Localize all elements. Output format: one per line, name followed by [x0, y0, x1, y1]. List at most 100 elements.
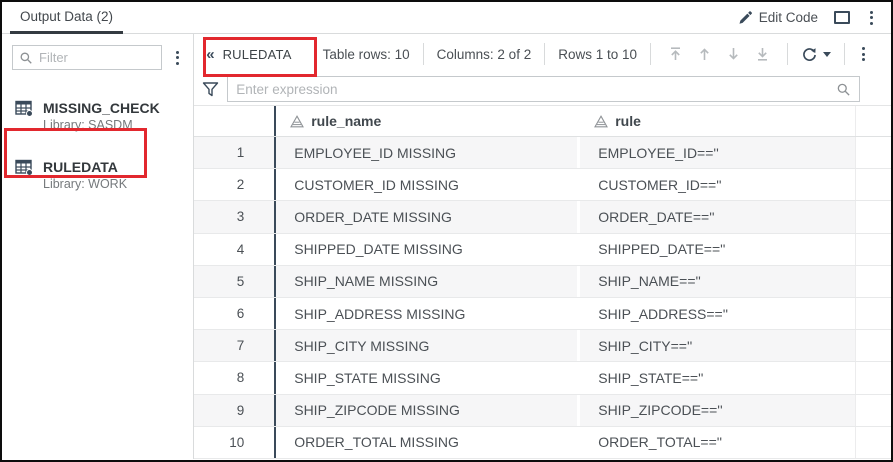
table-row: 2 CUSTOMER_ID MISSING CUSTOMER_ID=='' — [194, 169, 891, 202]
rule-cell[interactable]: SHIP_CITY=='' — [580, 330, 856, 362]
row-number-cell[interactable]: 8 — [194, 362, 277, 394]
rule-cell[interactable]: SHIP_ZIPCODE=='' — [580, 394, 856, 426]
row-number-cell[interactable]: 4 — [194, 233, 277, 265]
cell-text: EMPLOYEE_ID MISSING — [294, 144, 457, 161]
row-navigation-group — [664, 46, 774, 62]
cell-text: SHIP_ADDRESS MISSING — [294, 305, 466, 322]
row-number-cell[interactable]: 10 — [194, 426, 277, 458]
edit-code-label: Edit Code — [758, 10, 818, 25]
tab-output-data[interactable]: Output Data (2) — [20, 9, 113, 26]
toolbar-divider — [422, 43, 424, 65]
column-header-rule-name[interactable]: rule_name — [276, 106, 577, 136]
cell-text: SHIPPED_DATE=='' — [598, 241, 726, 258]
sidebar-more-options-icon[interactable] — [172, 49, 183, 67]
cell-text: ORDER_TOTAL MISSING — [294, 434, 459, 451]
go-to-last-rows-icon[interactable] — [755, 46, 770, 62]
table-row: 9 SHIP_ZIPCODE MISSING SHIP_ZIPCODE=='' — [194, 394, 891, 427]
dataset-item-ruledata[interactable]: RULEDATA Library: WORK — [2, 153, 193, 198]
dataset-name: RULEDATA — [43, 159, 118, 175]
cell-text: ORDER_TOTAL=='' — [598, 434, 723, 451]
rule-name-cell[interactable]: SHIP_ADDRESS MISSING — [276, 298, 577, 329]
rule-cell[interactable]: SHIPPED_DATE=='' — [580, 234, 855, 265]
pencil-icon — [738, 10, 753, 25]
toolbar-divider — [844, 43, 845, 65]
cell-text: SHIP_ZIPCODE MISSING — [294, 402, 460, 419]
rule-name-cell[interactable]: EMPLOYEE_ID MISSING — [276, 137, 578, 169]
rule-cell[interactable]: CUSTOMER_ID=='' — [580, 169, 855, 200]
row-number-cell[interactable]: 7 — [194, 330, 277, 362]
toolbar-divider — [544, 43, 546, 65]
grid-empty-area — [855, 362, 891, 394]
next-rows-icon[interactable] — [726, 46, 741, 62]
open-table-button[interactable]: « RULEDATA — [202, 44, 295, 65]
table-toolbar: « RULEDATA Table rows: 10 Columns: 2 of … — [194, 34, 891, 74]
cell-text: SHIP_CITY=='' — [598, 337, 693, 354]
expression-input[interactable] — [236, 81, 831, 97]
dataset-name: MISSING_CHECK — [43, 100, 160, 116]
grid-empty-area — [855, 201, 891, 233]
grid-empty-area — [855, 265, 891, 297]
row-number-cell[interactable]: 1 — [194, 137, 277, 169]
table-more-options-icon[interactable] — [858, 45, 869, 63]
grid-empty-area — [855, 394, 891, 426]
rule-cell[interactable]: SHIP_ADDRESS=='' — [580, 298, 855, 329]
rule-name-cell[interactable]: SHIPPED_DATE MISSING — [276, 234, 577, 265]
cell-text: ORDER_DATE=='' — [598, 208, 715, 225]
rule-name-cell[interactable]: ORDER_TOTAL MISSING — [276, 427, 577, 458]
cell-text: CUSTOMER_ID MISSING — [294, 176, 459, 193]
rule-cell[interactable]: EMPLOYEE_ID=='' — [580, 137, 856, 169]
grid-empty-area — [855, 137, 891, 169]
grid-empty-area — [855, 233, 891, 265]
previous-rows-icon[interactable] — [697, 46, 712, 62]
go-to-first-rows-icon[interactable] — [668, 46, 683, 62]
cell-text: SHIP_STATE=='' — [598, 369, 704, 386]
dataset-library: Library: WORK — [43, 177, 128, 191]
refresh-icon — [801, 46, 818, 63]
column-header-label: rule — [615, 113, 641, 129]
data-grid: rule_name rule 1 EMPLOYEE_ID MISSING EMPLO… — [194, 105, 891, 459]
cell-text: EMPLOYEE_ID=='' — [598, 144, 719, 161]
rule-name-cell[interactable]: ORDER_DATE MISSING — [276, 201, 578, 233]
grid-empty-area — [855, 297, 891, 330]
table-row: 1 EMPLOYEE_ID MISSING EMPLOYEE_ID=='' — [194, 137, 891, 170]
row-number-cell[interactable]: 6 — [194, 297, 277, 330]
rule-cell[interactable]: SHIP_NAME=='' — [580, 265, 856, 297]
expression-input-box[interactable] — [227, 76, 861, 102]
table-row: 4 SHIPPED_DATE MISSING SHIPPED_DATE=='' — [194, 233, 891, 266]
row-number-cell[interactable]: 3 — [194, 201, 277, 233]
column-header-rule[interactable]: rule — [580, 106, 855, 136]
rule-name-cell[interactable]: SHIP_STATE MISSING — [276, 362, 577, 393]
cell-text: ORDER_DATE MISSING — [294, 208, 452, 225]
sidebar-filter-box[interactable] — [12, 45, 163, 70]
rule-cell[interactable]: ORDER_DATE=='' — [580, 201, 856, 233]
character-type-icon — [594, 114, 609, 128]
rule-cell[interactable]: ORDER_TOTAL=='' — [580, 427, 855, 458]
character-type-icon — [290, 114, 305, 128]
rule-name-cell[interactable]: SHIP_ZIPCODE MISSING — [276, 394, 578, 426]
window-more-options-icon[interactable] — [866, 9, 877, 27]
title-bar: Output Data (2) Edit Code — [2, 2, 891, 34]
cell-text: SHIP_CITY MISSING — [294, 337, 430, 354]
maximize-icon[interactable] — [834, 11, 850, 24]
dataset-item-missing-check[interactable]: MISSING_CHECK Library: SASDM — [2, 94, 193, 139]
grid-empty-area — [855, 106, 891, 136]
table-row: 3 ORDER_DATE MISSING ORDER_DATE=='' — [194, 201, 891, 234]
edit-code-button[interactable]: Edit Code — [738, 10, 818, 25]
rule-cell[interactable]: SHIP_STATE=='' — [580, 362, 855, 393]
dataset-library: Library: SASDM — [43, 118, 133, 132]
cell-text: CUSTOMER_ID=='' — [598, 176, 722, 193]
rule-name-cell[interactable]: CUSTOMER_ID MISSING — [276, 169, 577, 200]
row-number-cell[interactable]: 5 — [194, 265, 277, 297]
table-row: 5 SHIP_NAME MISSING SHIP_NAME=='' — [194, 265, 891, 298]
toolbar-divider — [787, 43, 788, 65]
sidebar-filter-input[interactable] — [39, 50, 156, 65]
row-number-cell[interactable]: 9 — [194, 394, 277, 426]
row-number-cell[interactable]: 2 — [194, 169, 277, 201]
table-row: 8 SHIP_STATE MISSING SHIP_STATE=='' — [194, 362, 891, 395]
rule-name-cell[interactable]: SHIP_CITY MISSING — [276, 330, 578, 362]
refresh-button[interactable] — [801, 46, 831, 63]
output-data-sidebar: MISSING_CHECK Library: SASDM RULEDATA Li… — [2, 34, 195, 459]
rule-name-cell[interactable]: SHIP_NAME MISSING — [276, 265, 578, 297]
filter-funnel-icon[interactable] — [202, 81, 219, 98]
cell-text: SHIPPED_DATE MISSING — [294, 241, 463, 258]
